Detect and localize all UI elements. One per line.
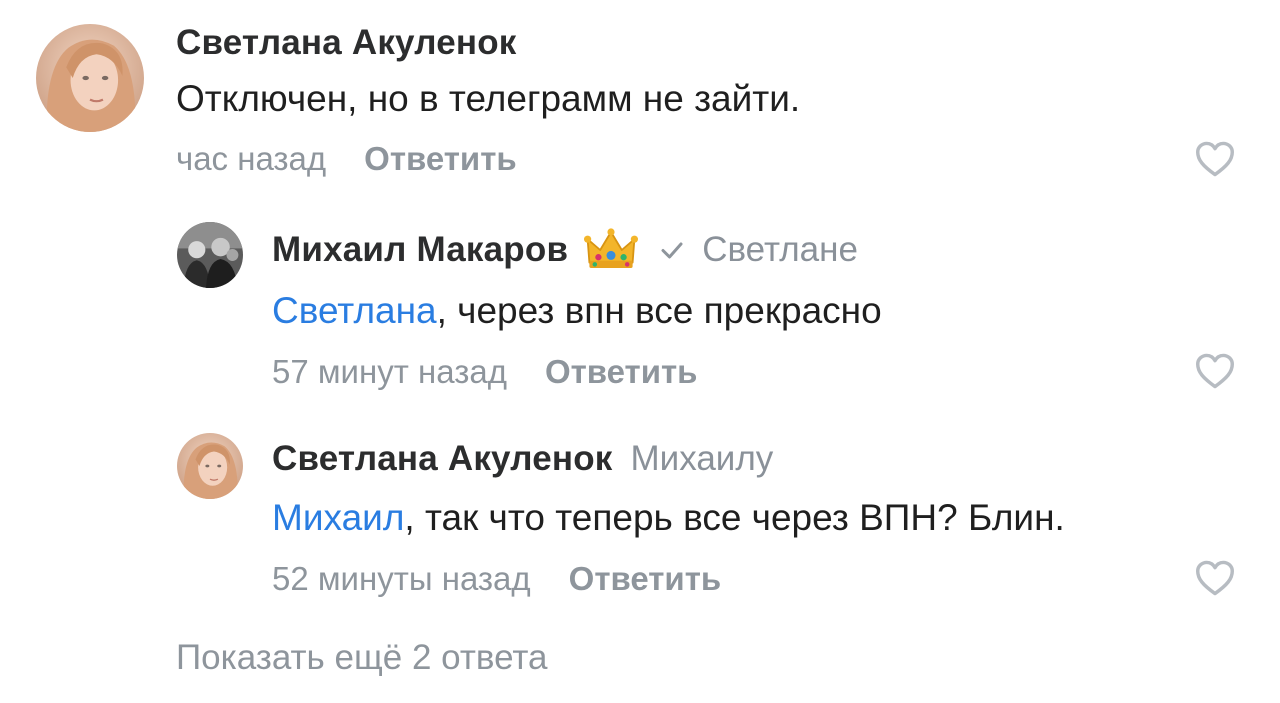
comment-body: , через впн все прекрасно bbox=[436, 290, 882, 331]
reply-to-label[interactable]: Светлане bbox=[702, 230, 858, 270]
heart-outline-icon bbox=[1196, 560, 1234, 596]
like-button[interactable] bbox=[1194, 352, 1236, 390]
avatar[interactable] bbox=[177, 222, 243, 288]
comment-text: Михаил, так что теперь все через ВПН? Бл… bbox=[272, 497, 1065, 539]
crown-icon bbox=[584, 228, 639, 272]
author-line: Михаил Макаров Светлане bbox=[272, 226, 858, 274]
timestamp: 57 минут назад bbox=[272, 353, 507, 390]
timestamp: 52 минуты назад bbox=[272, 560, 531, 597]
comment-text: Светлана, через впн все прекрасно bbox=[272, 290, 882, 332]
like-button[interactable] bbox=[1194, 140, 1236, 178]
comment-meta: час назад Ответить bbox=[176, 140, 517, 178]
like-button[interactable] bbox=[1194, 559, 1236, 597]
heart-outline-icon bbox=[1196, 141, 1234, 177]
comments-thread: Светлана Акуленок Отключен, но в телегра… bbox=[0, 0, 1280, 703]
comment-body: Отключен, но в телеграмм не зайти. bbox=[176, 78, 801, 119]
heart-outline-icon bbox=[1196, 353, 1234, 389]
mention-link[interactable]: Михаил bbox=[272, 497, 404, 538]
author-name[interactable]: Михаил Макаров bbox=[272, 230, 568, 270]
comment-meta: 52 минуты назад Ответить bbox=[272, 560, 721, 598]
author-name[interactable]: Светлана Акуленок bbox=[272, 439, 613, 479]
comment-meta: 57 минут назад Ответить bbox=[272, 353, 697, 391]
checkmark-icon bbox=[660, 238, 684, 262]
avatar-photo-group-icon bbox=[177, 222, 243, 288]
reply-button[interactable]: Ответить bbox=[364, 140, 517, 178]
show-more-replies-link[interactable]: Показать ещё 2 ответа bbox=[176, 638, 547, 678]
reply-button[interactable]: Ответить bbox=[545, 353, 698, 391]
comment-text: Отключен, но в телеграмм не зайти. bbox=[176, 78, 800, 120]
timestamp: час назад bbox=[176, 140, 327, 177]
avatar-photo-woman-icon bbox=[177, 433, 243, 499]
avatar[interactable] bbox=[177, 433, 243, 499]
author-line: Светлана Акуленок bbox=[176, 22, 517, 64]
mention-link[interactable]: Светлана bbox=[272, 290, 437, 331]
avatar[interactable] bbox=[36, 24, 144, 132]
author-line: Светлана Акуленок Михаилу bbox=[272, 437, 773, 481]
avatar-photo-woman-icon bbox=[36, 24, 144, 132]
reply-to-label[interactable]: Михаилу bbox=[631, 439, 774, 479]
reply-button[interactable]: Ответить bbox=[569, 560, 722, 598]
author-name[interactable]: Светлана Акуленок bbox=[176, 23, 517, 63]
comment-body: , так что теперь все через ВПН? Блин. bbox=[404, 497, 1065, 538]
